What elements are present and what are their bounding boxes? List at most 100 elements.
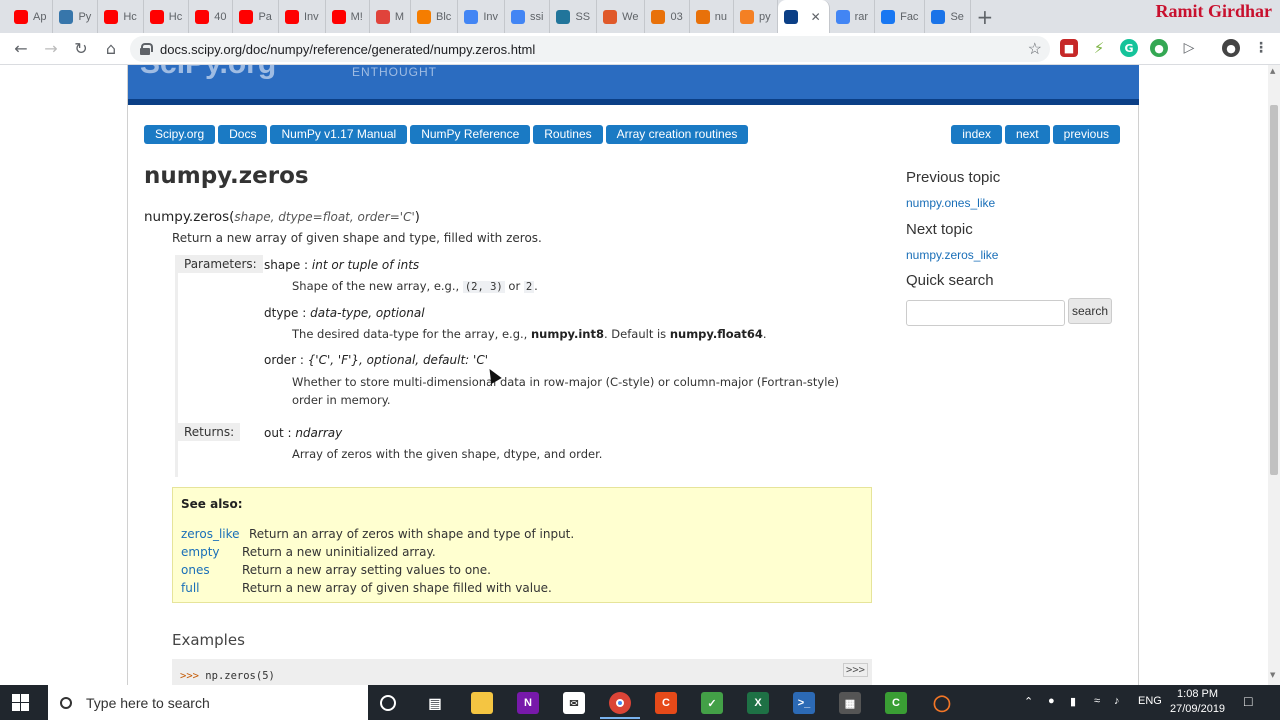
previous-link[interactable]: previous — [1052, 125, 1120, 144]
scroll-up-icon[interactable]: ▲ — [1270, 67, 1275, 75]
browser-tab[interactable]: rar — [830, 0, 876, 33]
page-scrollbar[interactable]: ▲ ▼ — [1268, 65, 1280, 685]
back-icon[interactable]: ← — [6, 34, 36, 64]
browser-tab[interactable]: nu — [690, 0, 734, 33]
browser-tab[interactable]: Pa — [233, 0, 279, 33]
browser-tab[interactable]: Py — [53, 0, 99, 33]
bookmark-star-icon[interactable]: ☆ — [1028, 39, 1042, 59]
breadcrumb-routines[interactable]: Routines — [533, 125, 603, 144]
browser-tab[interactable]: 40 — [189, 0, 234, 33]
tab-favicon-icon — [881, 9, 896, 24]
browser-tab[interactable]: SS — [550, 0, 598, 33]
browser-tab[interactable]: py — [734, 0, 778, 33]
tab-favicon-icon — [14, 9, 28, 24]
jupyter-icon[interactable]: ◯ — [931, 692, 953, 714]
taskbar-search-box[interactable]: Type here to search — [48, 685, 368, 720]
see-also-link-ones[interactable]: ones — [181, 563, 242, 577]
next-link[interactable]: next — [1004, 125, 1050, 144]
browser-tab[interactable]: Hc — [98, 0, 144, 33]
param-dtype-int8[interactable]: numpy.int8 — [531, 327, 604, 341]
language-indicator[interactable]: ENG — [1138, 695, 1162, 707]
browser-tab[interactable]: Se — [925, 0, 971, 33]
windows-start-icon[interactable] — [12, 694, 29, 711]
tab-title: Py — [78, 10, 92, 23]
tab-title: Fac — [900, 10, 919, 23]
breadcrumb-numpy-manual[interactable]: NumPy v1.17 Manual — [270, 125, 408, 144]
excel-icon[interactable]: X — [747, 692, 769, 714]
camtasia-icon[interactable]: C — [885, 692, 907, 714]
enthought-logo[interactable]: ENTHOUGHT — [352, 65, 437, 79]
battery-icon[interactable]: ▮ — [1070, 695, 1076, 708]
close-tab-icon[interactable]: ✕ — [811, 10, 821, 24]
browser-tab[interactable]: We — [597, 0, 646, 33]
quick-search-input[interactable] — [906, 300, 1065, 326]
browser-tab[interactable]: Inv — [279, 0, 326, 33]
tray-up-arrow-icon[interactable]: ⌃ — [1024, 695, 1033, 708]
return-out-type: ndarray — [295, 426, 343, 440]
param-dtype-float64[interactable]: numpy.float64 — [670, 327, 763, 341]
browser-tab[interactable]: Ap — [8, 0, 54, 33]
previous-topic-link[interactable]: numpy.ones_like — [906, 196, 995, 210]
extension-play-icon[interactable]: ▷ — [1180, 39, 1198, 57]
browser-tab[interactable]: ssi — [505, 0, 551, 33]
browser-tab[interactable]: M — [370, 0, 412, 33]
browser-tab-active[interactable]: ✕ — [777, 0, 830, 33]
mail-icon[interactable]: ✉ — [563, 692, 585, 714]
browser-tab[interactable]: Fac — [875, 0, 926, 33]
app-red-icon[interactable]: C — [655, 692, 677, 714]
extension-lightning-icon[interactable]: ⚡ — [1090, 39, 1108, 57]
system-clock[interactable]: 1:08 PM 27/09/2019 — [1170, 687, 1225, 717]
scroll-down-icon[interactable]: ▼ — [1270, 671, 1275, 679]
tab-title: Se — [950, 10, 964, 23]
breadcrumb-scipy[interactable]: Scipy.org — [144, 125, 216, 144]
extension-red-icon[interactable]: ■ — [1060, 39, 1078, 57]
reload-icon[interactable]: ↻ — [66, 34, 96, 64]
extension-green-icon[interactable]: ● — [1150, 39, 1168, 57]
browser-tab[interactable]: Blc — [411, 0, 459, 33]
file-explorer-icon[interactable] — [471, 692, 493, 714]
breadcrumb-numpy-reference[interactable]: NumPy Reference — [410, 125, 531, 144]
microphone-icon[interactable]: ● — [1048, 695, 1055, 707]
param-dtype-desc-mid: . Default is — [604, 327, 670, 341]
breadcrumb-array-creation[interactable]: Array creation routines — [605, 125, 749, 144]
wifi-icon[interactable]: ≈ — [1094, 695, 1100, 707]
browser-tab[interactable]: 03 — [645, 0, 690, 33]
onenote-icon[interactable]: N — [517, 692, 539, 714]
prompt-toggle-button[interactable]: >>> — [843, 663, 868, 677]
browser-tab[interactable]: Inv — [458, 0, 505, 33]
scrollbar-thumb[interactable] — [1270, 105, 1278, 475]
see-also-item: empty Return a new uninitialized array. — [181, 545, 436, 559]
next-topic-link[interactable]: numpy.zeros_like — [906, 248, 998, 262]
chrome-icon[interactable] — [609, 692, 631, 714]
tab-favicon-icon — [511, 9, 525, 24]
new-tab-button[interactable]: + — [971, 0, 999, 33]
browser-tab[interactable]: M! — [326, 0, 370, 33]
tab-title: We — [622, 10, 639, 23]
scipy-logo[interactable]: SciPy.org — [140, 65, 276, 81]
search-button[interactable]: search — [1068, 298, 1112, 324]
breadcrumb: Scipy.org Docs NumPy v1.17 Manual NumPy … — [144, 125, 749, 144]
see-also-link-full[interactable]: full — [181, 581, 242, 595]
powershell-icon[interactable]: >_ — [793, 692, 815, 714]
cortana-icon[interactable] — [380, 695, 396, 711]
function-description: Return a new array of given shape and ty… — [172, 231, 542, 245]
address-bar[interactable]: docs.scipy.org/doc/numpy/reference/gener… — [130, 36, 1050, 62]
parameters-label: Parameters: — [178, 255, 263, 273]
breadcrumb-docs[interactable]: Docs — [218, 125, 268, 144]
profile-avatar[interactable]: ● — [1222, 39, 1240, 57]
tab-favicon-icon — [149, 9, 164, 24]
notification-icon[interactable]: □ — [1244, 693, 1252, 709]
calculator-icon[interactable]: ▦ — [839, 692, 861, 714]
grammarly-icon[interactable]: G — [1120, 39, 1138, 57]
home-icon[interactable]: ⌂ — [96, 34, 126, 64]
see-also-link-zeros-like[interactable]: zeros_like — [181, 527, 249, 541]
app-green-icon[interactable]: ✓ — [701, 692, 723, 714]
signature-name: numpy.zeros( — [144, 209, 235, 225]
task-view-icon[interactable]: ▤ — [424, 692, 446, 714]
menu-icon[interactable]: ⋮ — [1252, 39, 1270, 57]
forward-icon[interactable]: → — [36, 34, 66, 64]
volume-icon[interactable]: ♪ — [1114, 695, 1120, 707]
browser-tab[interactable]: Hc — [144, 0, 190, 33]
see-also-link-empty[interactable]: empty — [181, 545, 242, 559]
index-link[interactable]: index — [951, 125, 1002, 144]
